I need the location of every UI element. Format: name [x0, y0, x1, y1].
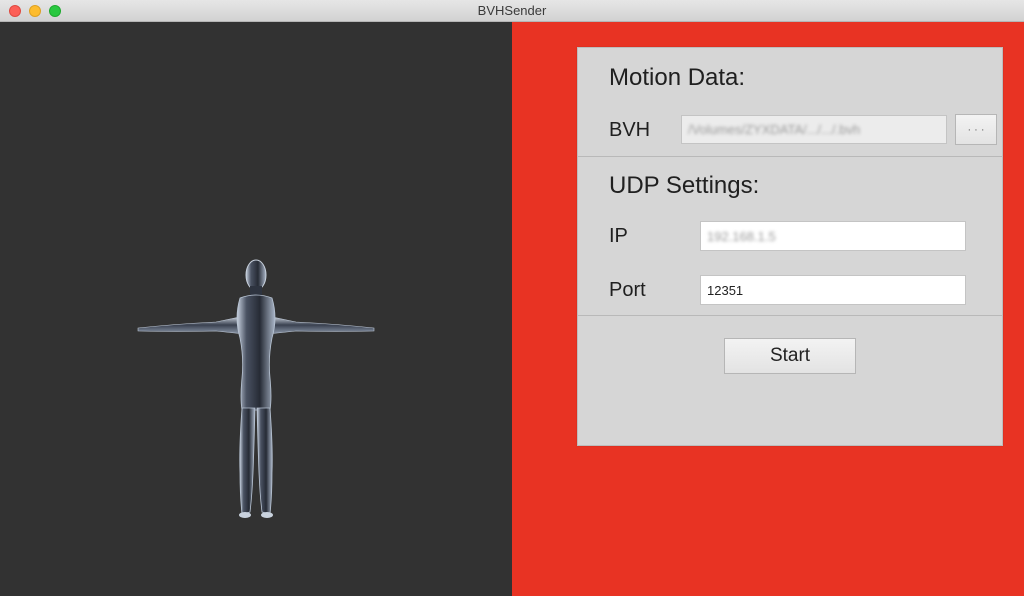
3d-viewport[interactable]: [0, 22, 512, 596]
settings-panel: Motion Data: BVH /Volumes/ZYXDATA/.../..…: [577, 47, 1003, 446]
port-label: Port: [609, 279, 646, 301]
humanoid-figure: [137, 259, 375, 518]
ip-input[interactable]: 192.168.1.5: [700, 221, 966, 251]
window-titlebar: BVHSender: [0, 0, 1024, 22]
browse-button[interactable]: · · ·: [955, 114, 997, 145]
bvh-path-value: /Volumes/ZYXDATA/.../.../.bvh: [688, 122, 861, 137]
motion-data-heading: Motion Data:: [609, 64, 746, 91]
window-title: BVHSender: [477, 3, 547, 18]
port-value: 12351: [707, 282, 744, 298]
port-input[interactable]: 12351: [700, 275, 966, 305]
udp-settings-heading: UDP Settings:: [609, 172, 760, 199]
start-button[interactable]: Start: [724, 338, 856, 374]
ip-label: IP: [609, 225, 628, 247]
section-divider-2: [578, 315, 1002, 316]
ip-value: 192.168.1.5: [707, 228, 776, 244]
bvh-label: BVH: [609, 119, 651, 141]
bvh-path-field[interactable]: /Volumes/ZYXDATA/.../.../.bvh: [681, 115, 947, 144]
section-divider: [578, 156, 1002, 157]
